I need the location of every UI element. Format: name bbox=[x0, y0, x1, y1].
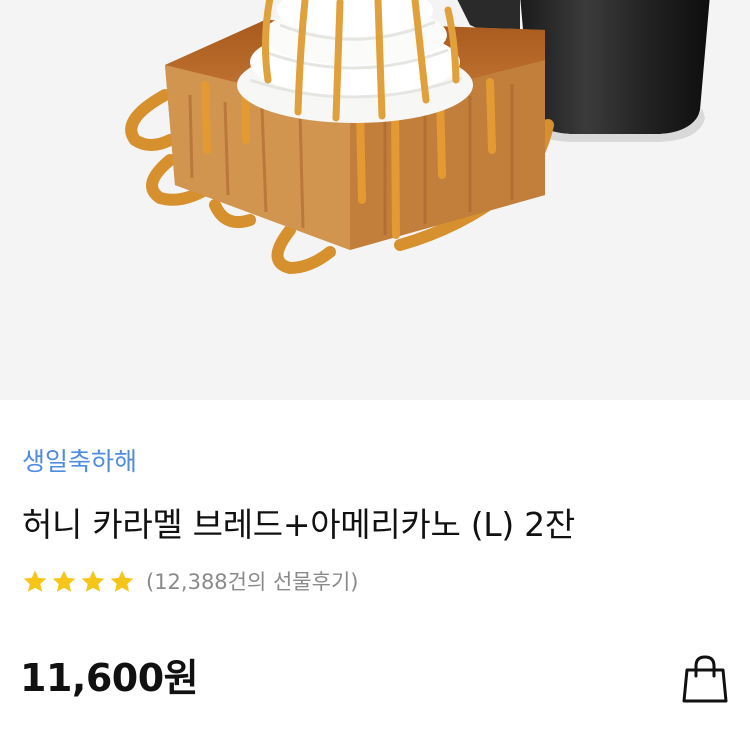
product-detail-page: 생일축하해 허니 카라멜 브레드+아메리카노 (L) 2잔 (12,388건의 … bbox=[0, 0, 750, 750]
product-photo bbox=[125, 0, 710, 275]
brand-link[interactable]: 생일축하해 bbox=[22, 444, 137, 480]
shopping-bag-icon bbox=[682, 655, 728, 703]
star-icon bbox=[81, 570, 105, 592]
review-count: (12,388건의 선물후기) bbox=[146, 570, 359, 594]
star-rating bbox=[22, 569, 138, 595]
star-icon bbox=[23, 570, 47, 592]
star-icon bbox=[52, 570, 76, 592]
star-icon bbox=[110, 570, 134, 592]
product-image[interactable] bbox=[0, 0, 750, 400]
product-title: 허니 카라멜 브레드+아메리카노 (L) 2잔 bbox=[22, 505, 575, 544]
price: 11,600원 bbox=[20, 656, 199, 700]
cart-button[interactable] bbox=[676, 650, 734, 708]
rating-row[interactable]: (12,388건의 선물후기) bbox=[22, 566, 358, 598]
